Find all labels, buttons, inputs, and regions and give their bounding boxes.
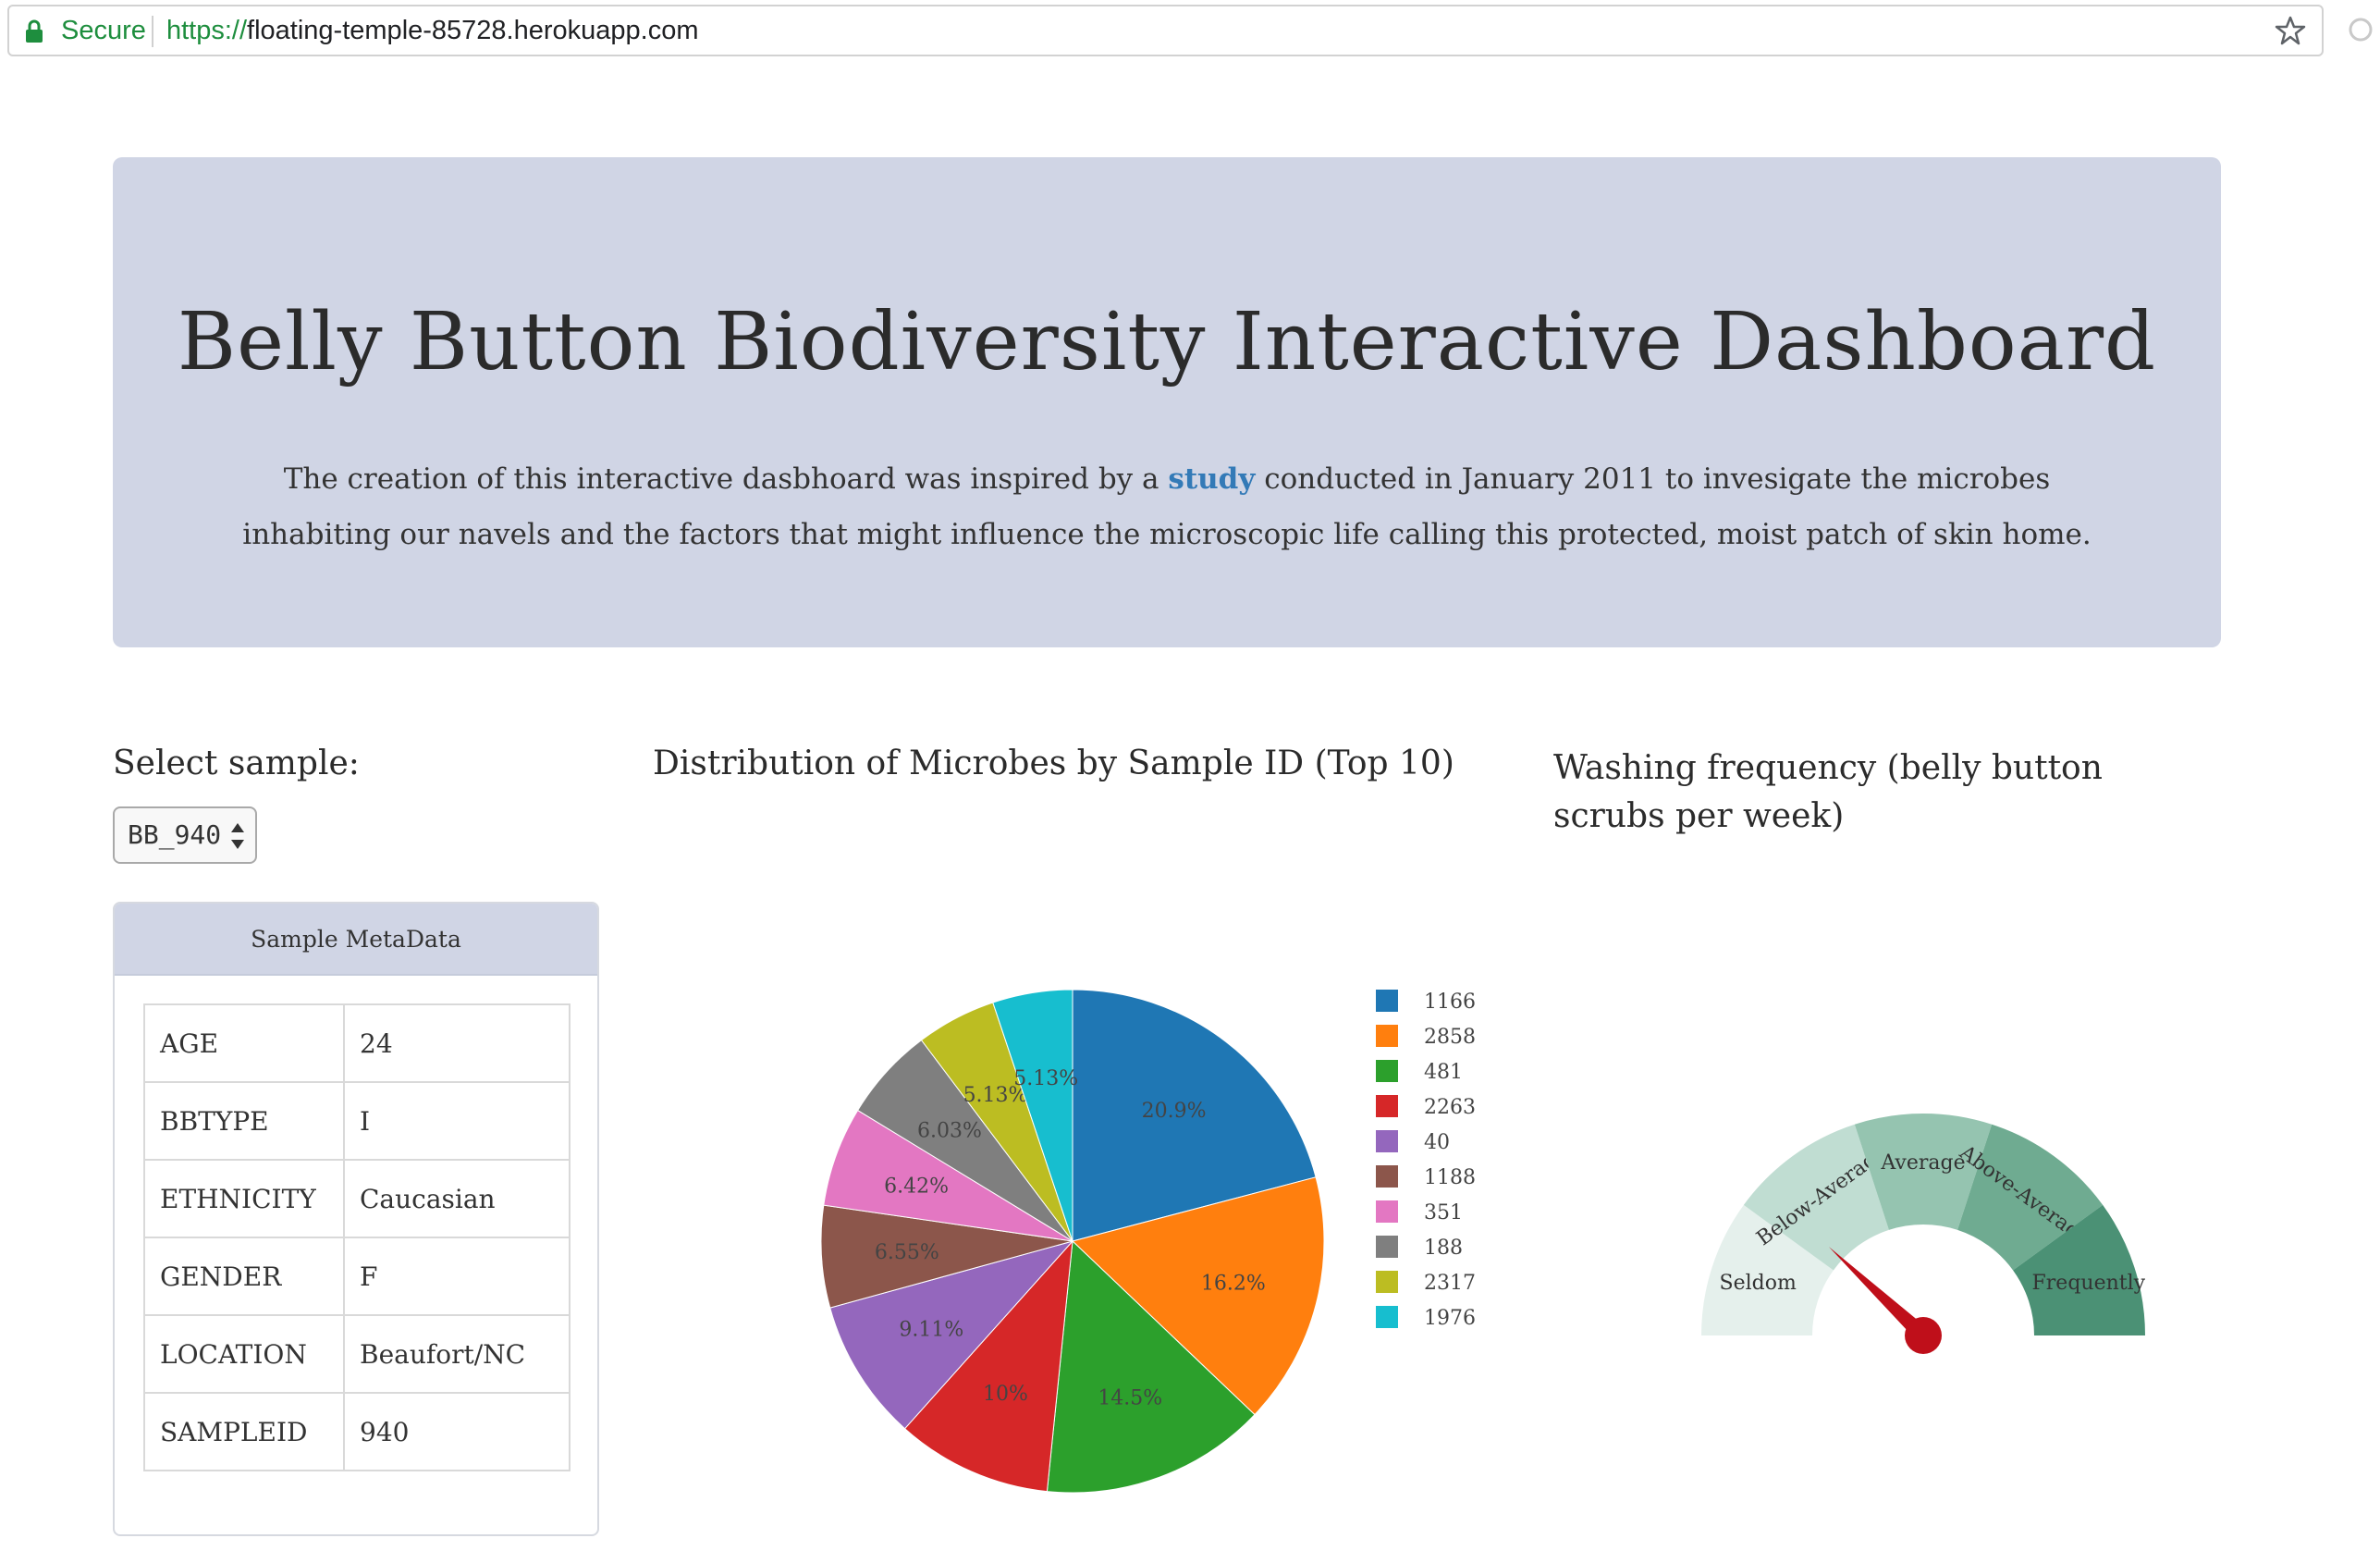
browser-toolbar: Secure https://floating-temple-85728.her… [0,0,2380,61]
legend-swatch [1376,1200,1398,1223]
legend-swatch [1376,1236,1398,1258]
pie-slice-label: 6.42% [884,1175,949,1198]
pie-slice-label: 20.9% [1142,1100,1207,1123]
select-sample-label: Select sample: [113,745,360,782]
washing-frequency-gauge[interactable]: SeldomBelow-AverageAverageAbove-AverageF… [1683,1091,2164,1369]
pie-slice-label: 5.13% [1013,1067,1078,1090]
legend-label: 1976 [1424,1307,1476,1330]
legend-label: 2858 [1424,1026,1476,1049]
page-title: Belly Button Biodiversity Interactive Da… [177,296,2157,388]
gauge-needle-hub [1905,1317,1942,1354]
metadata-key: AGE [143,1003,345,1083]
pie-slice-label: 9.11% [899,1319,963,1342]
gauge-segment-label: Frequently [2032,1272,2146,1295]
table-row: GENDER F [143,1237,570,1316]
pie-slice-label: 14.5% [1098,1386,1162,1409]
pie-slice-label: 6.03% [917,1119,982,1142]
address-bar[interactable]: Secure https://floating-temple-85728.her… [7,5,2324,56]
url-host: floating-temple-85728.herokuapp.com [247,16,699,45]
metadata-key: LOCATION [143,1314,345,1394]
legend-label: 1166 [1424,991,1476,1014]
legend-swatch [1376,1306,1398,1328]
legend-label: 481 [1424,1061,1463,1084]
description-text-start: The creation of this interactive dasbhoa… [283,462,1169,496]
legend-label: 351 [1424,1201,1463,1225]
header-banner: Belly Button Biodiversity Interactive Da… [113,157,2221,647]
url-divider [152,16,153,47]
table-row: AGE 24 [143,1003,570,1083]
select-arrows-icon [231,823,244,849]
legend-label: 40 [1424,1131,1450,1154]
legend-label: 188 [1424,1237,1463,1260]
secure-label: Secure [61,16,146,45]
metadata-value: 24 [343,1003,570,1083]
legend-swatch [1376,1271,1398,1293]
metadata-key: BBTYPE [143,1081,345,1161]
legend-swatch [1376,1025,1398,1047]
table-row: SAMPLEID 940 [143,1392,570,1471]
extension-icon[interactable] [2344,13,2377,46]
gauge-segment-label: Seldom [1720,1272,1797,1295]
lock-icon [26,19,43,43]
metadata-value: F [343,1237,570,1316]
metadata-value: Beaufort/NC [343,1314,570,1394]
sample-select-dropdown[interactable]: BB_940 [113,806,257,864]
legend-swatch [1376,1060,1398,1082]
selected-sample-value: BB_940 [128,819,222,850]
metadata-key: ETHNICITY [143,1159,345,1238]
legend-swatch [1376,990,1398,1012]
gauge-title: Washing frequency (belly button scrubs p… [1553,749,2103,835]
metadata-heading: Sample MetaData [115,904,597,976]
metadata-value: 940 [343,1392,570,1471]
gauge-segment-label: Average [1880,1151,1965,1175]
table-row: BBTYPE I [143,1081,570,1161]
metadata-key: GENDER [143,1237,345,1316]
table-row: ETHNICITY Caucasian [143,1159,570,1238]
pie-chart-title: Distribution of Microbes by Sample ID (T… [653,745,1454,782]
legend-label: 2317 [1424,1272,1476,1295]
legend-swatch [1376,1130,1398,1152]
pie-slice-label: 6.55% [875,1241,939,1264]
study-link[interactable]: study [1168,462,1255,496]
pie-chart[interactable]: 20.9% 16.2% 14.5% 10% 9.11% 6.55% 6.42% 6.03% 5.… [795,962,1498,1554]
pie-slice-label: 10% [983,1383,1028,1406]
legend-label: 2263 [1424,1096,1476,1119]
legend-swatch [1376,1095,1398,1117]
url-text[interactable]: https://floating-temple-85728.herokuapp.… [166,16,699,46]
metadata-key: SAMPLEID [143,1392,345,1471]
metadata-value: Caucasian [343,1159,570,1238]
legend-swatch [1376,1165,1398,1188]
legend-label: 1188 [1424,1166,1476,1189]
metadata-panel: Sample MetaData AGE 24 BBTYPE I ETHNICIT… [113,902,599,1536]
table-row: LOCATION Beaufort/NC [143,1314,570,1394]
bookmark-star-icon[interactable] [2274,14,2307,47]
metadata-table: AGE 24 BBTYPE I ETHNICITY Caucasian GEND… [143,1003,570,1471]
metadata-value: I [343,1081,570,1161]
pie-slice-label: 16.2% [1201,1273,1266,1296]
page-description: The creation of this interactive dasbhoa… [215,451,2119,562]
url-protocol: https:// [166,16,248,45]
